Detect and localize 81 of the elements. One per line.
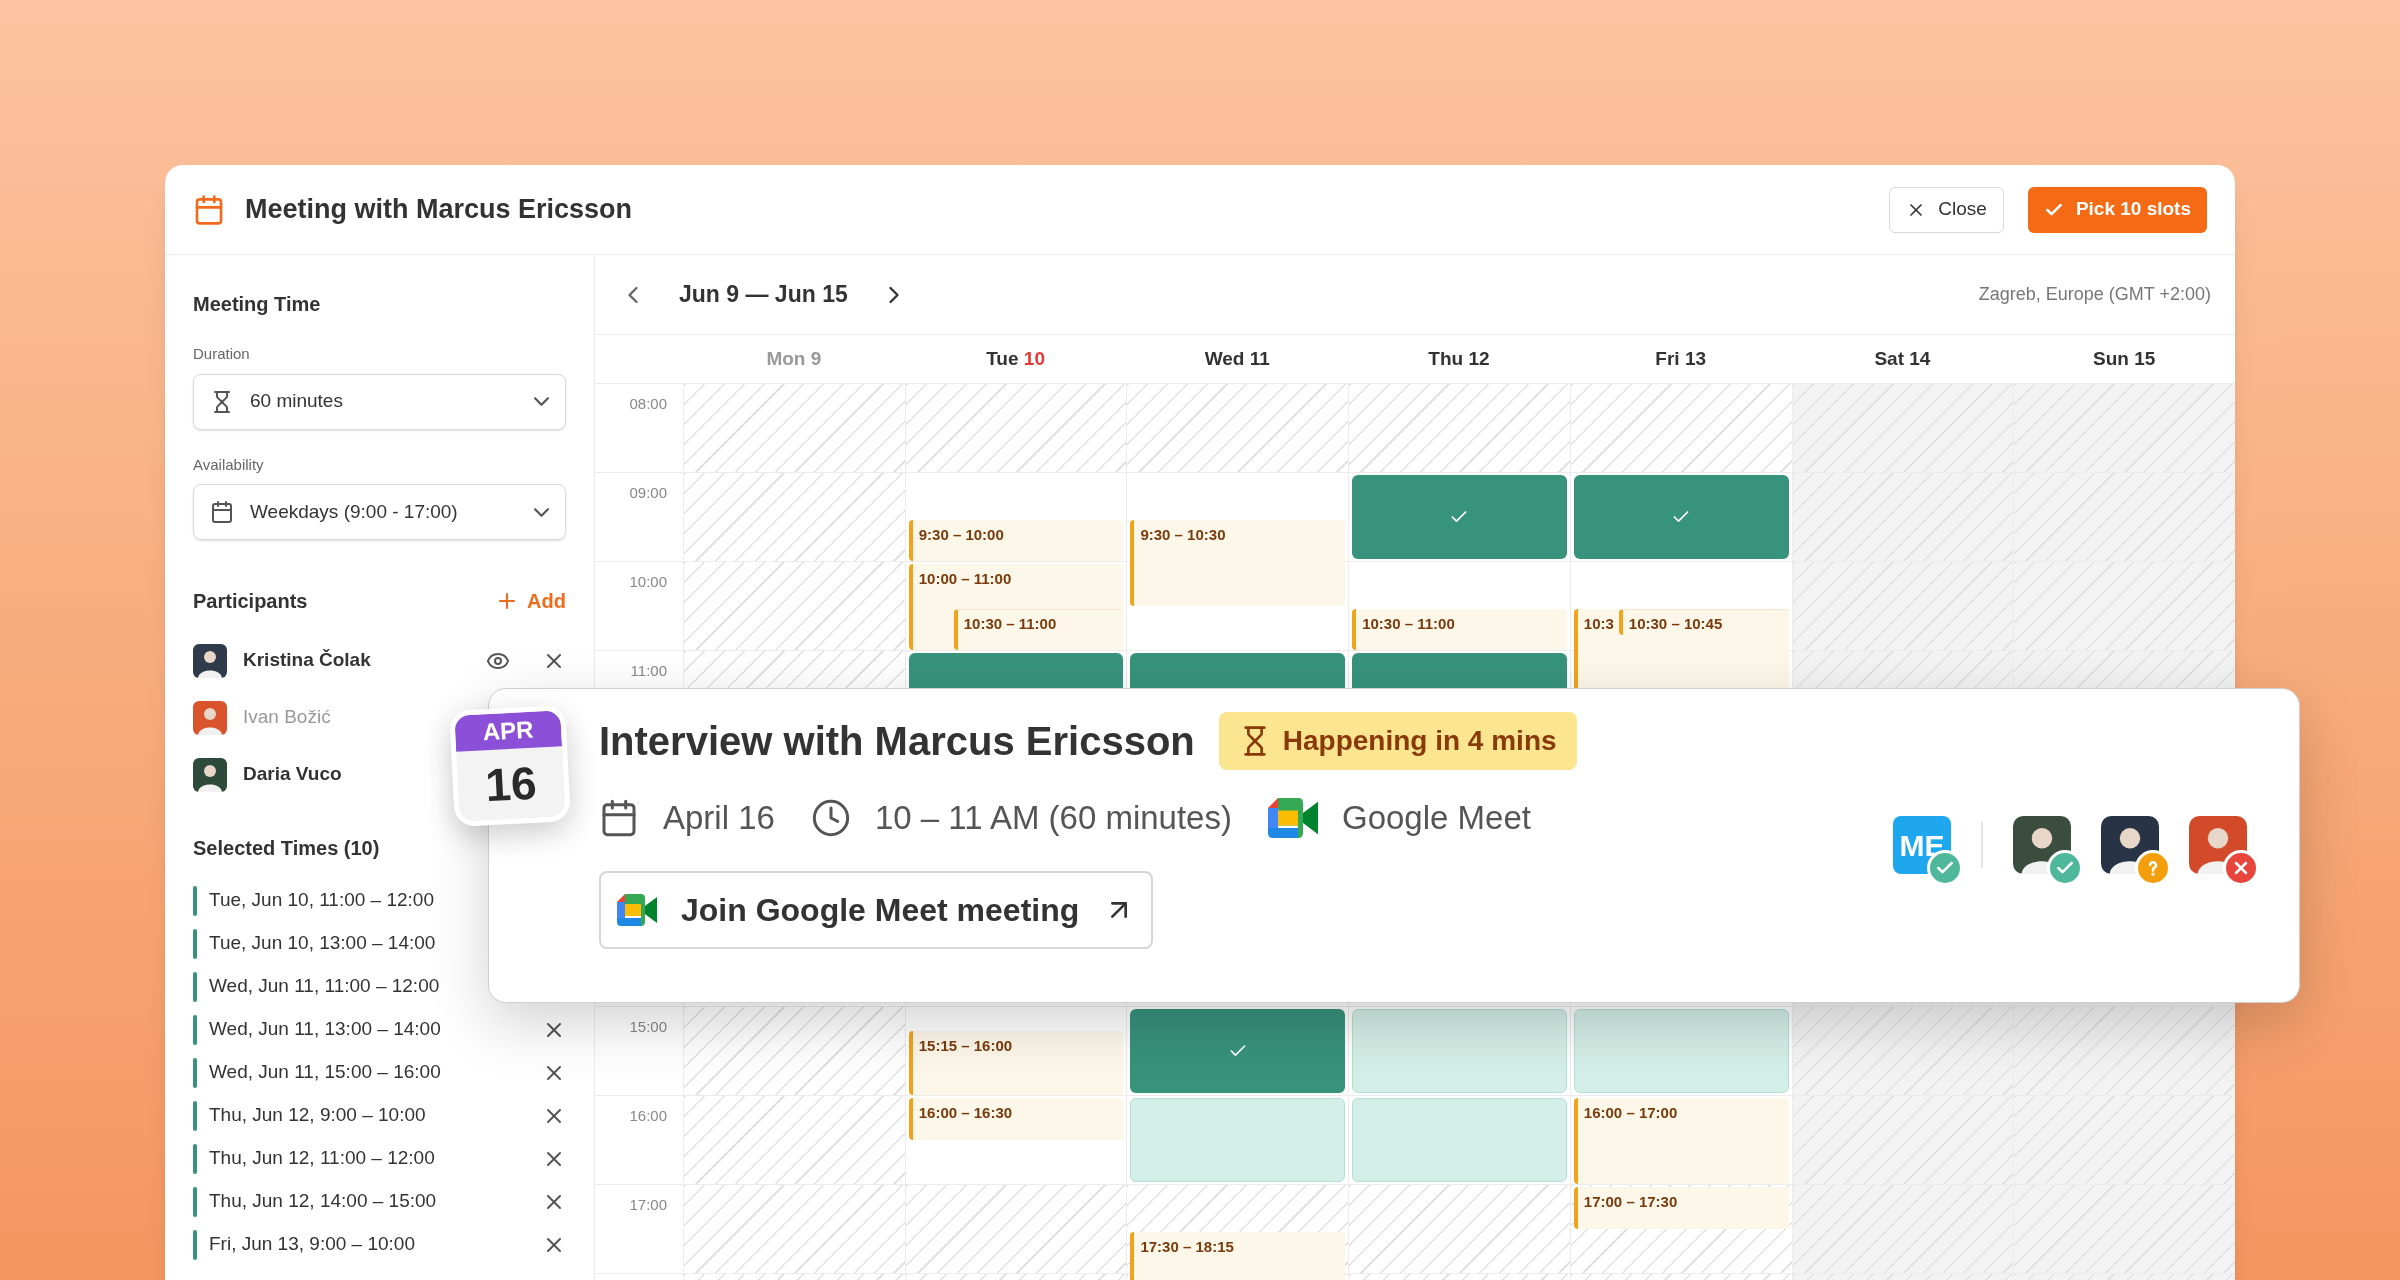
booked-event[interactable]: 10:30 – 11:00	[1352, 608, 1567, 650]
booked-event[interactable]: 15:15 – 16:00	[908, 1031, 1124, 1095]
day-header: Tue 10	[985, 346, 1046, 371]
selected-time-bar	[193, 1057, 197, 1088]
selected-time-bar	[193, 928, 197, 959]
event-time: 17:30 – 18:15	[1140, 1236, 1234, 1257]
event-detail: 10 – 11 AM (60 minutes)	[874, 798, 1232, 838]
booked-event[interactable]: 10:30 – 10:45	[1618, 608, 1789, 635]
section-title: Selected Times (10)	[193, 836, 381, 861]
booked-event[interactable]: 16:00 – 16:30	[908, 1098, 1124, 1140]
field-label: Duration	[193, 344, 251, 364]
booked-event[interactable]: 9:30 – 10:30	[1130, 519, 1346, 606]
join-meeting-button[interactable]: Join Google Meet meeting	[599, 870, 1154, 949]
event-time: 10:3	[1583, 613, 1614, 634]
hour-label: 15:00	[629, 1018, 667, 1035]
hour-label: 11:00	[630, 662, 667, 679]
day-header: Mon 9	[765, 346, 823, 371]
selected-time-bar	[193, 885, 197, 916]
day-header: Sun 15	[2091, 346, 2157, 371]
timezone: Zagreb, Europe (GMT +2:00)	[1978, 283, 2211, 306]
selected-time: Wed, Jun 11, 11:00 – 12:00	[209, 974, 440, 999]
hour-label: 09:00	[629, 484, 667, 501]
chevron-down-icon	[534, 397, 549, 406]
clock-icon	[810, 797, 851, 838]
selected-time: Wed, Jun 11, 15:00 – 16:00	[209, 1060, 441, 1085]
selected-time-bar	[193, 1229, 197, 1260]
event-detail: April 16	[663, 798, 775, 838]
booked-event[interactable]: 16:00 – 17:00	[1573, 1098, 1789, 1184]
badge-month: APR	[454, 710, 563, 752]
event-time: 16:00 – 16:30	[918, 1103, 1013, 1123]
week-range: Jun 9 — Jun 15	[679, 280, 848, 310]
selected-time: Thu, Jun 12, 11:00 – 12:00	[209, 1146, 435, 1171]
selected-time-bar	[193, 1014, 197, 1045]
calendar-icon	[193, 193, 225, 226]
event-time: 10:30 – 11:00	[1362, 613, 1455, 634]
selected-time-bar	[193, 1143, 197, 1174]
field-label: Availability	[193, 454, 265, 475]
booked-event[interactable]: 9:30 – 10:00	[908, 519, 1124, 561]
selected-time: Thu, Jun 12, 9:00 – 10:00	[209, 1103, 426, 1128]
section-title: Participants	[193, 589, 308, 614]
hour-label: 08:00	[629, 395, 667, 412]
selected-time-bar	[193, 1100, 197, 1131]
video-camera-icon	[1267, 797, 1318, 838]
hour-label: 16:00	[629, 1107, 667, 1124]
booked-event[interactable]: 17:30 – 18:15	[1130, 1231, 1346, 1280]
event-time: 9:30 – 10:30	[1140, 524, 1226, 545]
selected-time: Fri, Jun 13, 9:00 – 10:00	[209, 1232, 415, 1257]
booked-event[interactable]: 10:30 – 11:00	[953, 608, 1124, 650]
selected-time: Tue, Jun 10, 11:00 – 12:00	[209, 888, 434, 913]
booked-event[interactable]: 10:00 – 11:00 10:30 – 11:00	[908, 564, 1124, 650]
day-header: Fri 13	[1654, 346, 1708, 371]
day-header: Sat 14	[1873, 346, 1932, 371]
video-camera-icon	[617, 893, 657, 926]
event-time: 10:00 – 11:00	[918, 569, 1012, 589]
hour-label: 10:00	[629, 573, 667, 590]
status-badge: Happening in 4 mins	[1218, 712, 1577, 770]
close-button[interactable]: Close	[1889, 186, 2004, 233]
day-header: Thu 12	[1427, 346, 1491, 371]
selected-time: Tue, Jun 10, 13:00 – 14:00	[209, 931, 436, 956]
select-field[interactable]: 60 minutes	[193, 373, 566, 430]
calendar-icon	[210, 500, 234, 524]
section-title: Meeting Time	[193, 292, 322, 317]
selected-time: Thu, Jun 12, 14:00 – 15:00	[209, 1189, 437, 1214]
participant-name: Ivan Božić	[243, 705, 331, 730]
event-time: 17:00 – 17:30	[1583, 1192, 1678, 1212]
day-header: Wed 11	[1203, 346, 1271, 371]
selected-time-bar	[193, 971, 197, 1002]
event-time: 9:30 – 10:00	[918, 524, 1004, 545]
participant-name: Daria Vuco	[243, 762, 342, 787]
hour-label: 17:00	[629, 1196, 667, 1213]
event-detail: Google Meet	[1341, 798, 1531, 838]
window-title: Meeting with Marcus Ericsson	[245, 193, 633, 227]
selected-time: Wed, Jun 11, 13:00 – 14:00	[209, 1017, 441, 1042]
event-time: 15:15 – 16:00	[918, 1036, 1013, 1057]
participant-name: Kristina Čolak	[243, 648, 371, 673]
selected-time-bar	[193, 1186, 197, 1217]
booked-event[interactable]: 17:00 – 17:30	[1573, 1187, 1789, 1229]
select-field[interactable]: Weekdays (9:00 - 17:00)	[193, 484, 566, 540]
event-title: Interview with Marcus Ericsson	[599, 718, 1195, 765]
event-time: 16:00 – 17:00	[1583, 1103, 1678, 1123]
chevron-down-icon	[534, 507, 549, 517]
